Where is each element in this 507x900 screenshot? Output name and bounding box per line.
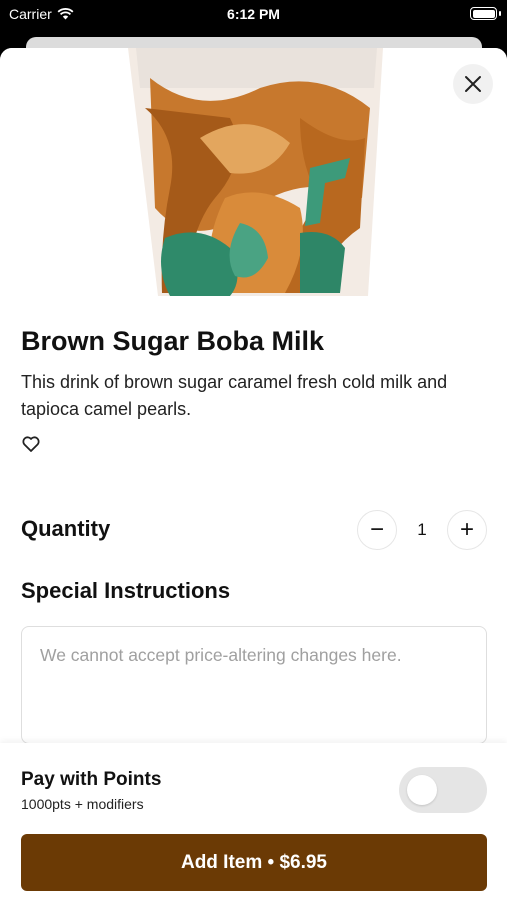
- quantity-value: 1: [417, 520, 427, 539]
- quantity-label: Quantity: [21, 516, 111, 541]
- pay-with-points-toggle[interactable]: [399, 767, 487, 813]
- special-instructions-label: Special Instructions: [21, 578, 231, 603]
- heart-icon[interactable]: [21, 434, 41, 454]
- quantity-stepper: − 1 +: [357, 510, 487, 550]
- product-sheet: Brown Sugar Boba Milk This drink of brow…: [0, 48, 507, 900]
- status-time: 6:12 PM: [227, 6, 280, 22]
- toggle-knob: [407, 775, 437, 805]
- decrement-button[interactable]: −: [357, 510, 397, 550]
- product-title: Brown Sugar Boba Milk: [21, 326, 325, 356]
- status-bar: Carrier 6:12 PM: [0, 0, 507, 30]
- product-description: This drink of brown sugar caramel fresh …: [21, 372, 448, 419]
- special-instructions-input[interactable]: [21, 626, 487, 744]
- close-icon: [465, 76, 481, 92]
- battery-tip: [499, 11, 501, 16]
- checkout-footer: Pay with Points 1000pts + modifiers Add …: [0, 743, 507, 900]
- add-item-button[interactable]: Add Item • $6.95: [21, 834, 487, 891]
- pay-with-points-sublabel: 1000pts + modifiers: [21, 796, 144, 812]
- close-button[interactable]: [453, 64, 493, 104]
- increment-button[interactable]: +: [447, 510, 487, 550]
- battery-icon: [470, 7, 497, 20]
- product-image: [0, 48, 507, 296]
- pay-with-points-label: Pay with Points: [21, 769, 162, 790]
